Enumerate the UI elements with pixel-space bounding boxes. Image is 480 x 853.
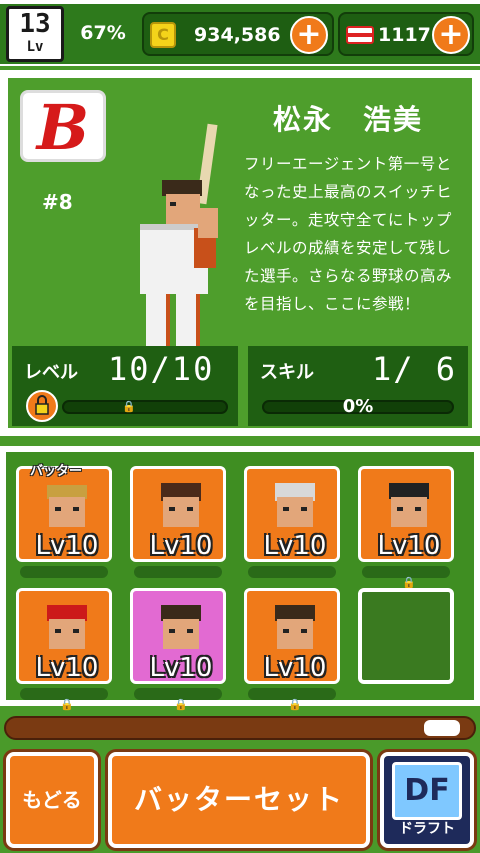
level-lock-button[interactable] (26, 390, 58, 422)
player-portrait-frame: Lv10 (16, 588, 112, 684)
player-portrait-frame: Lv10 (130, 466, 226, 562)
team-logo-b-icon: B (35, 91, 89, 164)
slot-level: Lv10 (149, 653, 213, 683)
roster-grid: Lv10 バッター Lv10 Lv10 Lv10 🔒 Lv10 🔒 Lv10 🔒… (6, 452, 474, 711)
level-panel: レベル 10/10 🔒 (12, 346, 238, 426)
player-portrait-icon (389, 483, 429, 527)
slot-progress-bar (248, 566, 336, 578)
batter-set-button[interactable]: バッターセット (108, 752, 370, 848)
skill-label: スキル (260, 362, 314, 383)
team-logo: B (20, 90, 106, 164)
player-portrait-icon (275, 483, 315, 527)
slot-level: Lv10 (149, 531, 213, 561)
slot-progress-bar (134, 566, 222, 578)
player-card: B #8 松永 浩美 フリーエージェント第一号となった史上最高のスイッチヒッター… (0, 70, 480, 436)
roster-slot[interactable]: Lv10 バッター (16, 464, 112, 586)
svg-text:B: B (35, 93, 89, 159)
slot-lock-icon: 🔒 (288, 698, 302, 711)
coin-icon: C (150, 22, 176, 48)
player-portrait-icon (161, 605, 201, 649)
slot-level: Lv10 (263, 531, 327, 561)
ticket-icon (346, 26, 374, 44)
player-portrait-frame: Lv10 (358, 466, 454, 562)
draft-label: ドラフト (399, 821, 455, 837)
roster-slot[interactable]: Lv10 (130, 466, 226, 586)
back-button[interactable]: もどる (6, 752, 98, 848)
draft-icon: DF (392, 762, 462, 820)
roster-slot[interactable]: Lv10 🔒 (244, 588, 340, 711)
player-portrait-icon (161, 483, 201, 527)
user-level-number: 13 (19, 9, 51, 39)
uniform-number: #8 (42, 190, 73, 214)
user-level-label: Lv (26, 39, 44, 55)
roster-slot[interactable]: Lv10 🔒 (16, 588, 112, 711)
player-portrait-icon (47, 485, 87, 527)
slot-level: Lv10 (377, 531, 441, 561)
player-portrait-icon (275, 605, 315, 649)
slot-level: Lv10 (35, 531, 99, 561)
player-card-body: B #8 松永 浩美 フリーエージェント第一号となった史上最高のスイッチヒッター… (8, 78, 472, 428)
empty-slot-frame (358, 588, 454, 684)
roster-slot[interactable]: Lv10 🔒 (358, 466, 454, 589)
player-name: 松永 浩美 (272, 103, 423, 136)
player-portrait-frame: Lv10 (16, 466, 112, 562)
level-value: 10/10 (108, 350, 215, 388)
level-progress-bar (62, 400, 228, 414)
roster-panel: Lv10 バッター Lv10 Lv10 Lv10 🔒 Lv10 🔒 Lv10 🔒… (0, 446, 480, 711)
user-level-badge[interactable]: 13 Lv (6, 6, 64, 62)
exp-percent: 67% (80, 22, 126, 44)
slot-level: Lv10 (35, 653, 99, 683)
top-status-bar: 13 Lv 67% C 934,586 + 1117 + (0, 0, 480, 66)
skill-value: 1/ 6 (372, 350, 458, 388)
slot-level: Lv10 (263, 653, 327, 683)
ticket-value: 1117 (378, 24, 431, 46)
player-sprite-image (140, 123, 218, 372)
ticket-counter: 1117 + (338, 12, 474, 56)
level-label: レベル (24, 362, 78, 383)
player-portrait-frame: Lv10 (130, 588, 226, 684)
slot-progress-bar (20, 566, 108, 578)
roster-slot[interactable]: Lv10 (244, 466, 340, 586)
coin-counter: C 934,586 + (142, 12, 334, 56)
slot-lock-icon: 🔒 (174, 698, 188, 711)
batter-tag: バッター (30, 464, 83, 479)
level-bar-lock-icon: 🔒 (122, 400, 136, 413)
player-portrait-frame: Lv10 (244, 588, 340, 684)
lock-icon (35, 395, 49, 415)
player-portrait-frame: Lv10 (244, 466, 340, 562)
skill-percent: 0% (342, 396, 374, 417)
slot-lock-icon: 🔒 (60, 698, 74, 711)
draft-button[interactable]: DF ドラフト (380, 752, 474, 848)
roster-scroll-thumb[interactable] (424, 720, 460, 736)
add-coins-button[interactable]: + (290, 16, 328, 54)
player-portrait-icon (47, 605, 87, 649)
coin-value: 934,586 (194, 24, 281, 46)
player-description: フリーエージェント第一号となった史上最高のスイッチヒッター。走攻守全てにトップレ… (244, 155, 453, 313)
roster-slot-empty[interactable] (358, 588, 454, 708)
add-tickets-button[interactable]: + (432, 16, 470, 54)
skill-panel: スキル 1/ 6 0% (248, 346, 468, 426)
roster-slot[interactable]: Lv10 🔒 (130, 588, 226, 711)
roster-scroll-track[interactable] (4, 716, 476, 740)
